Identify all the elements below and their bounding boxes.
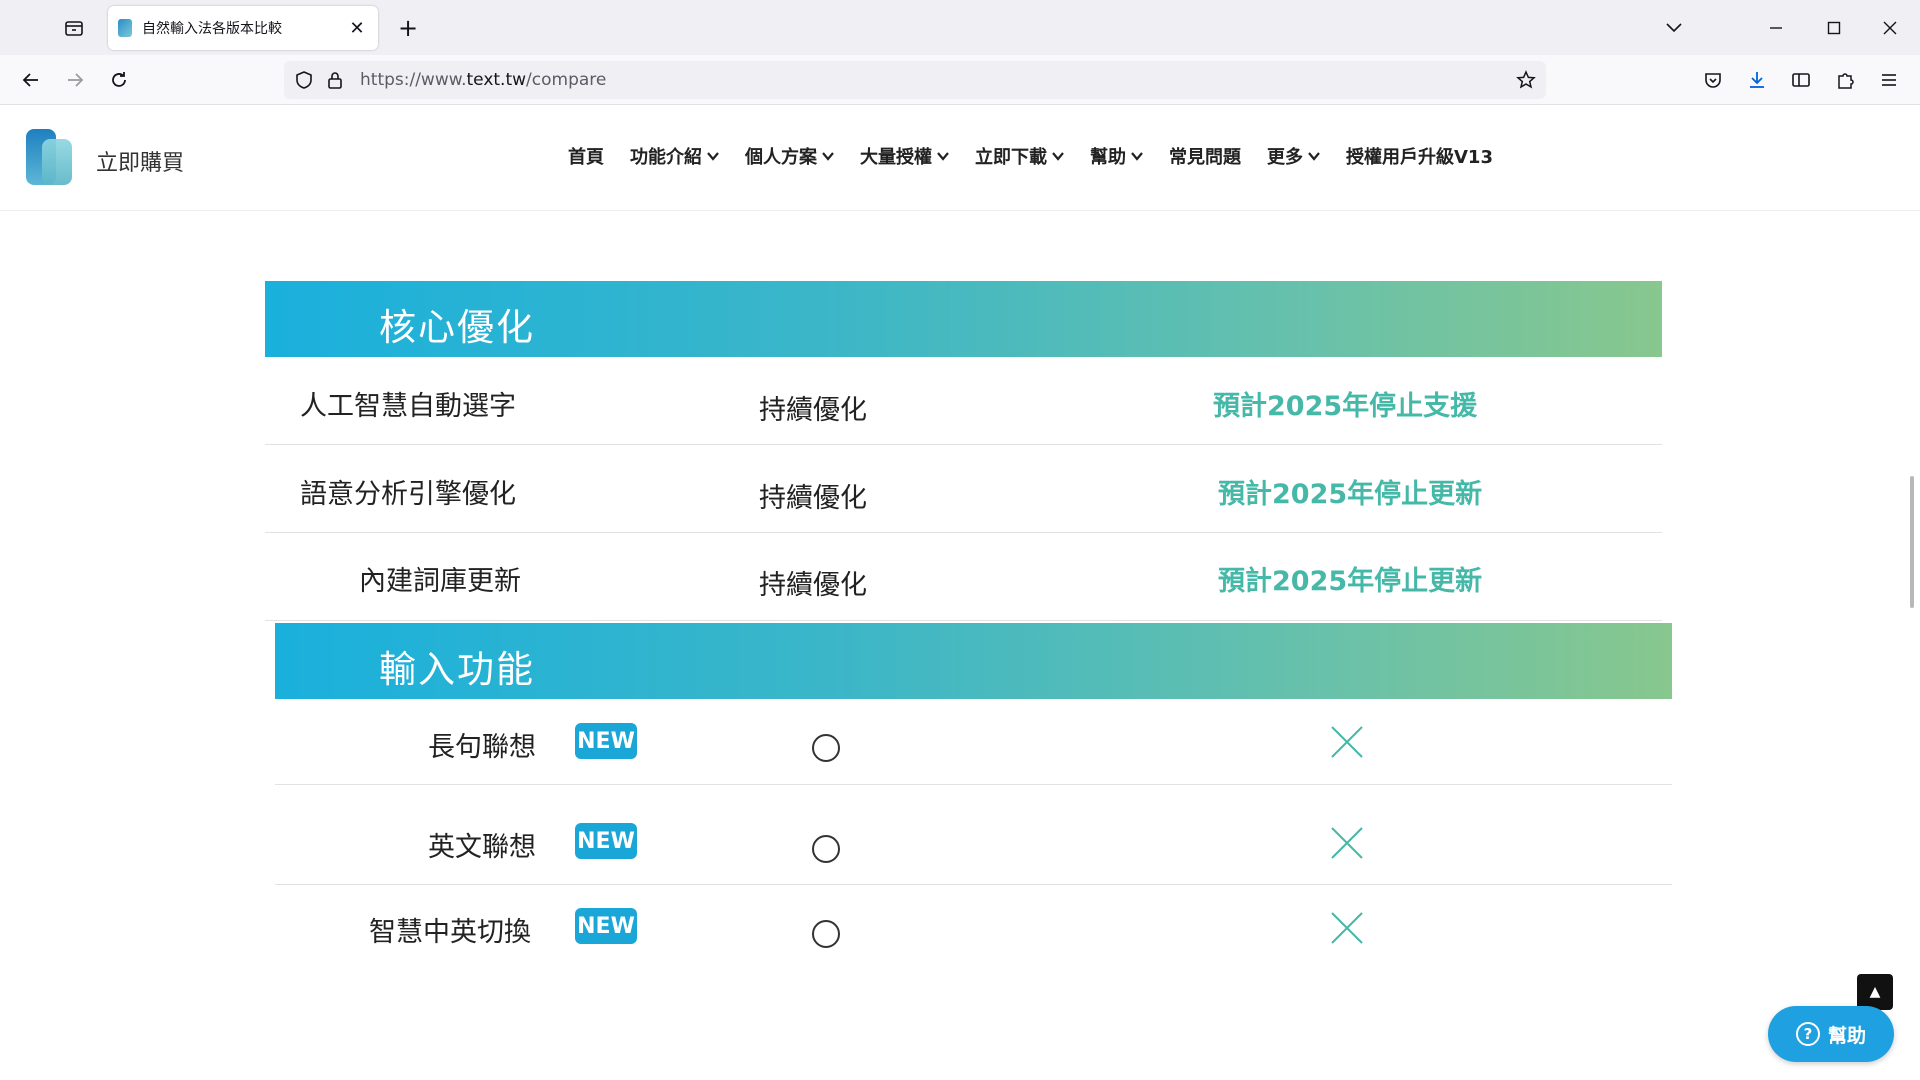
table-row: 英文聯想 NEW	[275, 785, 1672, 885]
section-title: 核心優化	[379, 306, 535, 349]
table-row: 內建詞庫更新 持續優化 預計2025年停止更新	[265, 533, 1662, 621]
page-scrollbar-thumb[interactable]	[1910, 476, 1914, 608]
url-prefix: https://www.	[360, 70, 467, 90]
help-label: 幫助	[1827, 1024, 1866, 1047]
tab-close-icon[interactable]: ✕	[346, 17, 368, 39]
tracking-shield-icon[interactable]	[294, 70, 314, 90]
table-row: 長句聯想 NEW	[275, 699, 1672, 785]
site-nav-item[interactable]: 更多	[1267, 143, 1320, 169]
site-nav-item[interactable]: 立即下載	[975, 143, 1064, 169]
table-row: 人工智慧自動選字 持續優化 預計2025年停止支援	[265, 357, 1662, 445]
list-all-tabs-chevron-icon[interactable]	[1660, 14, 1688, 42]
new-tab-icon[interactable]: +	[394, 14, 422, 42]
url-path: /compare	[526, 70, 607, 90]
chevron-down-icon	[707, 152, 719, 161]
site-nav-label: 常見問題	[1169, 147, 1241, 168]
feature-label: 人工智慧自動選字	[300, 391, 516, 422]
reload-icon[interactable]	[104, 65, 134, 95]
site-nav-label: 個人方案	[745, 147, 817, 168]
site-favicon-icon	[118, 19, 132, 37]
site-nav-item[interactable]: 首頁	[568, 143, 604, 169]
table-row: 語意分析引擎優化 持續優化 預計2025年停止更新	[265, 445, 1662, 533]
old-version-value: 預計2025年停止更新	[1218, 566, 1483, 597]
table-row: 智慧中英切換 NEW	[275, 885, 1672, 971]
firefox-view-icon	[65, 21, 83, 36]
old-version-value: 預計2025年停止支援	[1213, 391, 1478, 422]
site-nav-item[interactable]: 常見問題	[1169, 143, 1241, 169]
chevron-down-icon	[1308, 152, 1320, 161]
site-nav-label: 立即下載	[975, 147, 1047, 168]
buy-now-link[interactable]: 立即購買	[96, 145, 184, 177]
lock-icon[interactable]	[326, 70, 344, 90]
tab-title: 自然輸入法各版本比較	[142, 21, 282, 37]
new-badge: NEW	[575, 823, 637, 859]
site-nav-label: 功能介紹	[630, 147, 702, 168]
caret-up-icon: ▲	[1869, 984, 1881, 1000]
forward-arrow-icon[interactable]	[60, 65, 90, 95]
downloads-icon[interactable]	[1742, 65, 1772, 95]
current-version-value: 持續優化	[759, 570, 867, 601]
chevron-down-icon	[937, 152, 949, 161]
section-header-core: 核心優化	[265, 281, 1662, 357]
site-nav-item[interactable]: 個人方案	[745, 143, 834, 169]
browser-toolbar: https://www.text.tw/compare	[0, 55, 1920, 105]
site-nav-item[interactable]: 功能介紹	[630, 143, 719, 169]
feature-label: 長句聯想	[428, 732, 536, 763]
unsupported-cross-icon	[1331, 912, 1363, 944]
site-nav-label: 授權用戶升級V13	[1346, 147, 1493, 168]
window-close-icon[interactable]	[1872, 10, 1908, 46]
site-nav-item[interactable]: 授權用戶升級V13	[1346, 143, 1493, 169]
old-version-value: 預計2025年停止更新	[1218, 479, 1483, 510]
current-version-value: 持續優化	[759, 483, 867, 514]
question-circle-icon: ?	[1795, 1022, 1820, 1046]
feature-label: 智慧中英切換	[369, 917, 531, 948]
firefox-view-button[interactable]	[60, 14, 88, 42]
help-button[interactable]: ? 幫助	[1768, 1006, 1894, 1062]
extensions-puzzle-icon[interactable]	[1830, 65, 1860, 95]
clipped-heading-text	[650, 192, 1170, 210]
sidebar-icon[interactable]	[1786, 65, 1816, 95]
new-badge: NEW	[575, 908, 637, 944]
feature-label: 語意分析引擎優化	[300, 479, 516, 510]
browser-tab-bar: 自然輸入法各版本比較 ✕ +	[0, 0, 1920, 55]
unsupported-cross-icon	[1331, 726, 1363, 758]
unsupported-cross-icon	[1331, 827, 1363, 859]
pocket-icon[interactable]	[1698, 65, 1728, 95]
site-main-nav: 首頁 功能介紹 個人方案 大量授權 立即下載 幫助 常見問題 更多 授權用戶升級V13	[568, 143, 1519, 169]
feature-label: 內建詞庫更新	[359, 566, 521, 597]
back-arrow-icon[interactable]	[16, 65, 46, 95]
site-nav-label: 幫助	[1090, 147, 1126, 168]
back-to-top-button[interactable]: ▲	[1857, 974, 1893, 1010]
chevron-down-icon	[1131, 152, 1143, 161]
maximize-icon[interactable]	[1816, 10, 1852, 46]
menu-hamburger-icon[interactable]	[1874, 65, 1904, 95]
url-domain: text.tw	[466, 70, 527, 90]
chevron-down-icon	[1052, 152, 1064, 161]
site-nav-item[interactable]: 幫助	[1090, 143, 1143, 169]
supported-circle-icon	[812, 920, 840, 948]
section-header-input: 輸入功能	[275, 623, 1672, 699]
site-nav-label: 更多	[1267, 147, 1303, 168]
new-badge: NEW	[575, 723, 637, 759]
url-text[interactable]: https://www.text.tw/compare	[360, 70, 606, 90]
site-nav-label: 大量授權	[860, 147, 932, 168]
address-bar[interactable]: https://www.text.tw/compare	[284, 61, 1546, 99]
site-nav-label: 首頁	[568, 147, 604, 168]
section-title: 輸入功能	[379, 648, 535, 691]
bookmark-star-icon[interactable]	[1516, 70, 1536, 90]
supported-circle-icon	[812, 835, 840, 863]
current-version-value: 持續優化	[759, 395, 867, 426]
active-tab[interactable]: 自然輸入法各版本比較 ✕	[108, 6, 378, 50]
minimize-icon[interactable]	[1758, 10, 1794, 46]
site-logo[interactable]	[26, 129, 72, 185]
feature-label: 英文聯想	[428, 832, 536, 863]
site-nav-item[interactable]: 大量授權	[860, 143, 949, 169]
supported-circle-icon	[812, 734, 840, 762]
chevron-down-icon	[822, 152, 834, 161]
